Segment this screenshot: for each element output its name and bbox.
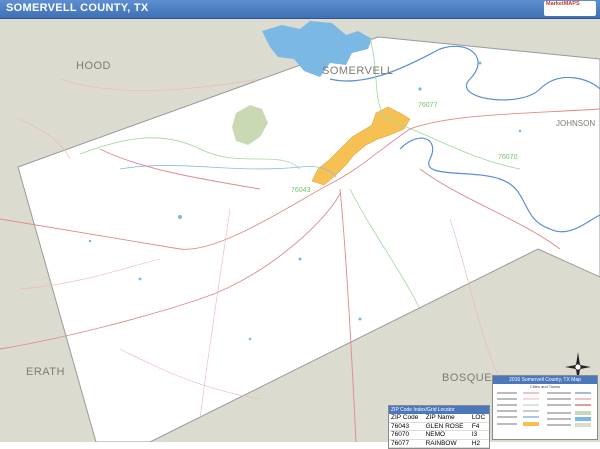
map-title: SOMERVELL COUNTY, TX — [6, 2, 149, 14]
county-label-hood: HOOD — [76, 60, 111, 72]
zip-loc-cell: F4 — [469, 422, 489, 431]
zip-name-cell: RAINBOW — [423, 439, 470, 448]
zip-label-76070: 76070 — [498, 154, 518, 161]
zip-loc-cell: I3 — [469, 430, 489, 440]
county-label-somervell: SOMERVELL — [322, 65, 394, 77]
column-zip-code: ZIP Code — [389, 414, 424, 423]
map-legend: 2016 Somervell County, TX Map Cities and… — [492, 375, 598, 440]
zip-code-cell: 76077 — [389, 439, 424, 448]
table-row: 76077 RAINBOW H2 — [389, 439, 489, 448]
zip-name-cell: NEMO — [423, 430, 470, 440]
zip-code-cell: 76043 — [389, 422, 424, 431]
table-row: 76070 NEMO I3 — [389, 430, 489, 440]
county-label-johnson: JOHNSON — [556, 119, 596, 128]
zip-label-76043: 76043 — [291, 187, 311, 194]
brand-logo: MarketMAPS — [544, 1, 596, 16]
table-row: 76043 GLEN ROSE F4 — [389, 422, 489, 431]
zip-name-cell: GLEN ROSE — [423, 422, 470, 431]
map-frame: SOMERVELL COUNTY, TX MarketMAPS HOOD SOM — [0, 0, 600, 449]
zip-code-index: ZIP Code Index/Grid Locator ZIP Code ZIP… — [388, 405, 490, 449]
legend-header: 2016 Somervell County, TX Map — [493, 376, 597, 384]
county-label-erath: ERATH — [26, 366, 65, 378]
legend-symbols — [497, 392, 591, 427]
zip-label-76077: 76077 — [418, 102, 438, 109]
county-label-bosque: BOSQUE — [442, 372, 493, 384]
brand-logo-text: MarketMAPS — [546, 1, 580, 7]
zip-loc-cell: H2 — [469, 439, 489, 448]
zip-index-table: ZIP Code ZIP Name LOC 76043 GLEN ROSE F4… — [389, 414, 489, 448]
column-loc: LOC — [469, 414, 489, 423]
column-zip-name: ZIP Name — [423, 414, 470, 423]
zip-index-column-row: ZIP Code ZIP Name LOC — [389, 414, 489, 423]
title-bar: SOMERVELL COUNTY, TX MarketMAPS — [0, 0, 600, 19]
zip-code-cell: 76070 — [389, 430, 424, 440]
zip-index-header: ZIP Code Index/Grid Locator — [389, 406, 489, 414]
